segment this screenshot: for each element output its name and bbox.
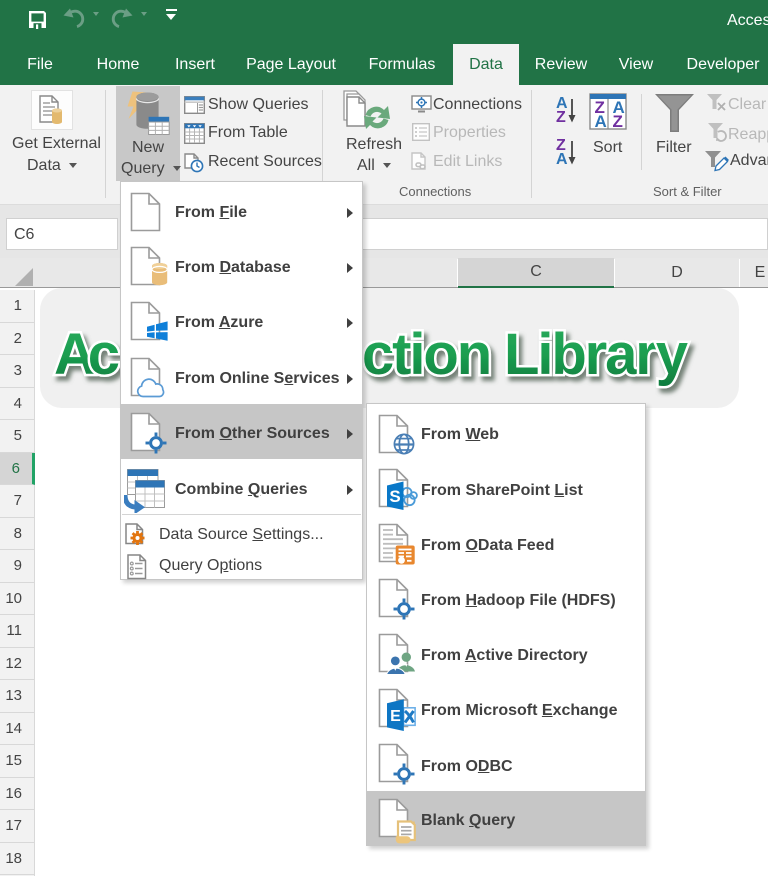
svg-text:Ac: Ac (54, 322, 120, 387)
svg-text:Z: Z (613, 112, 623, 130)
svg-text:Z: Z (556, 109, 566, 124)
svg-text:A: A (595, 112, 607, 130)
svg-text:E: E (390, 708, 401, 725)
svg-text:A: A (556, 151, 568, 166)
svg-text:ction Library: ction Library (362, 322, 688, 387)
svg-text:S: S (389, 487, 400, 506)
